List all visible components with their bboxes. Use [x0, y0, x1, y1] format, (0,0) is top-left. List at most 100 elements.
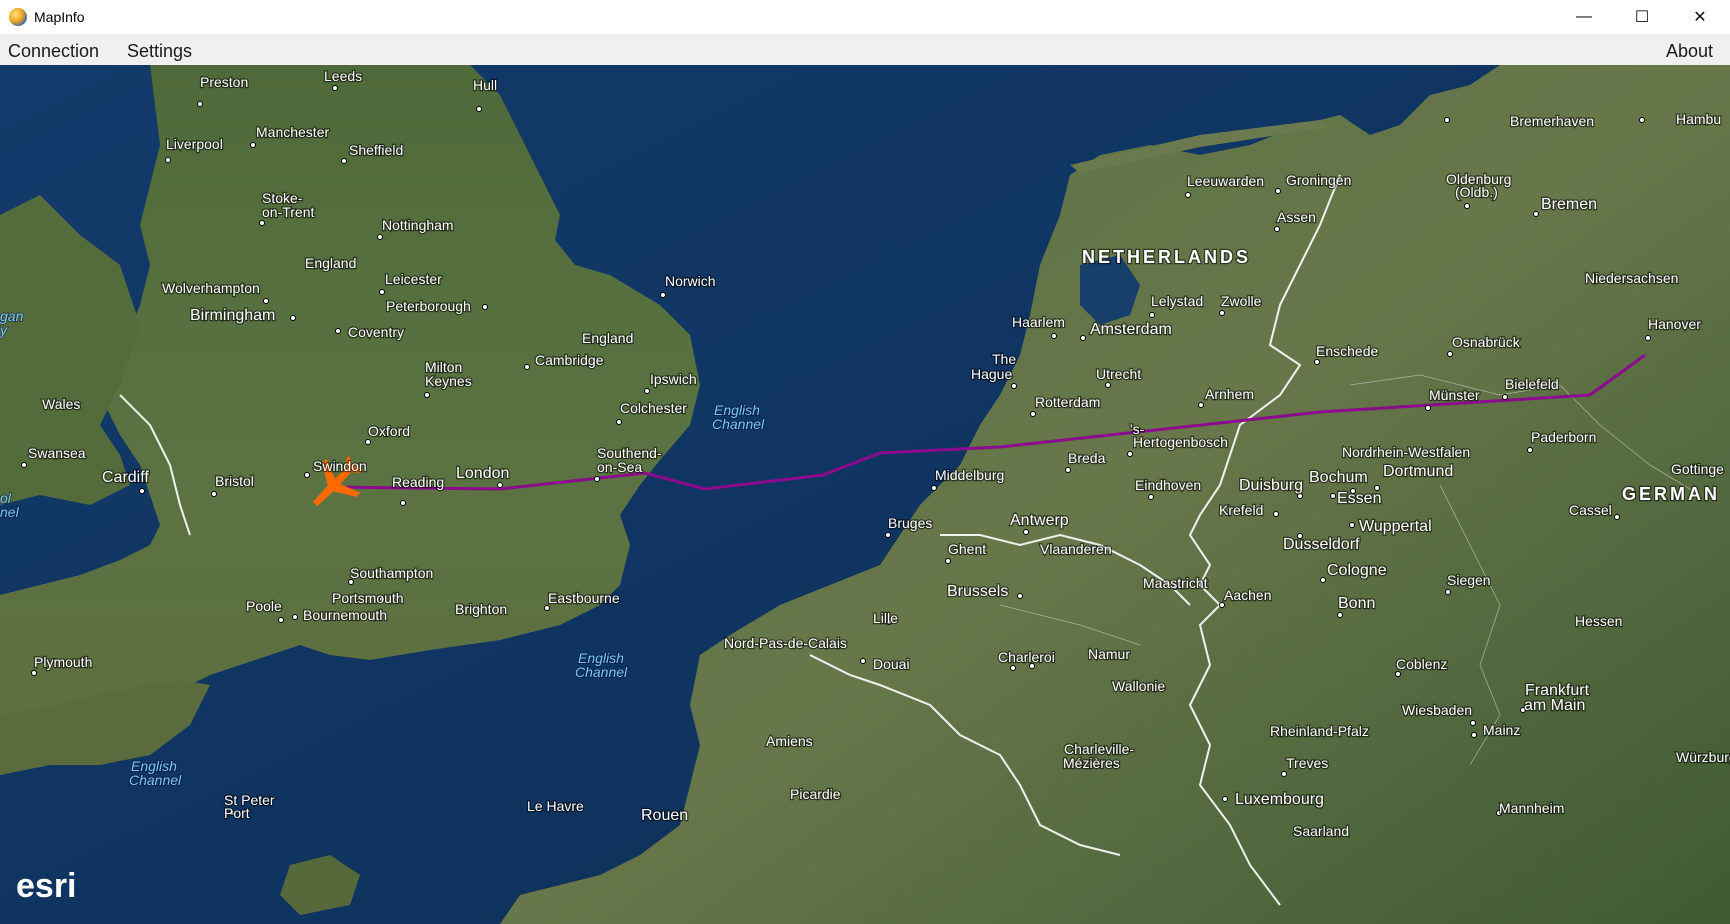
place-wurzburg: Würzburg: [1676, 749, 1730, 765]
menu-bar: Connection Settings About: [0, 34, 1730, 65]
place-leeds: Leeds: [324, 68, 362, 84]
place-luxembourg: Luxembourg: [1235, 791, 1324, 808]
place-amiens: Amiens: [766, 733, 813, 749]
place-breda: Breda: [1068, 450, 1106, 466]
place-dortmund: Dortmund: [1383, 463, 1453, 480]
place-manchester: Manchester: [256, 124, 329, 140]
place-bournemouth: Bournemouth: [303, 607, 387, 623]
place-hague-2: Hague: [971, 366, 1012, 382]
place-hague-1: The: [992, 351, 1016, 367]
place-wiesbaden: Wiesbaden: [1402, 702, 1472, 718]
maximize-button[interactable]: ☐: [1613, 0, 1671, 34]
esri-attribution-logo: esri: [16, 867, 77, 905]
place-reading: Reading: [392, 474, 444, 490]
place-oldenburg-2: (Oldb.): [1455, 184, 1498, 200]
place-essen: Essen: [1337, 490, 1381, 507]
close-button[interactable]: ✕: [1671, 0, 1729, 34]
place-poole: Poole: [246, 598, 282, 614]
place-wales: Wales: [42, 396, 80, 412]
place-assen: Assen: [1277, 209, 1316, 225]
place-saarland: Saarland: [1293, 823, 1349, 839]
place-birmingham: Birmingham: [190, 307, 275, 324]
place-wuppertal: Wuppertal: [1359, 518, 1432, 535]
place-hanover: Hanover: [1648, 316, 1701, 332]
place-southampton: Southampton: [350, 565, 433, 581]
place-picardie: Picardie: [790, 786, 841, 802]
place-groningen: Groningen: [1286, 172, 1351, 188]
place-middelburg: Middelburg: [935, 467, 1004, 483]
country-netherlands: NETHERLANDS: [1082, 247, 1251, 267]
place-mainz: Mainz: [1483, 722, 1520, 738]
place-leeuwarden: Leeuwarden: [1187, 173, 1264, 189]
place-milton-2: Keynes: [425, 373, 472, 389]
place-nordpas: Nord-Pas-de-Calais: [724, 635, 847, 651]
place-bristol: Bristol: [215, 473, 254, 489]
place-swindon: Swindon: [313, 458, 367, 474]
place-lille: Lille: [873, 610, 898, 626]
place-frankfurt-2: am Main: [1524, 697, 1585, 714]
minimize-button[interactable]: —: [1555, 0, 1613, 34]
place-hessen: Hessen: [1575, 613, 1622, 629]
map-view[interactable]: Preston Leeds Hull Liverpool Manchester …: [0, 65, 1730, 924]
place-hertogenbosch-2: Hertogenbosch: [1133, 434, 1228, 450]
place-preston: Preston: [200, 74, 248, 90]
place-bielefeld: Bielefeld: [1505, 376, 1559, 392]
title-bar: MapInfo — ☐ ✕: [0, 0, 1730, 34]
place-bremerhaven: Bremerhaven: [1510, 113, 1594, 129]
place-bremen: Bremen: [1541, 196, 1597, 213]
place-bochum: Bochum: [1309, 469, 1368, 486]
place-wallonie: Wallonie: [1112, 678, 1165, 694]
place-stoke-2: on-Trent: [262, 204, 315, 220]
place-gottingen: Gottinge: [1671, 461, 1724, 477]
place-aachen: Aachen: [1224, 587, 1271, 603]
place-douai: Douai: [873, 656, 910, 672]
menu-settings[interactable]: Settings: [127, 41, 192, 62]
place-bonn: Bonn: [1338, 595, 1375, 612]
place-coventry: Coventry: [348, 324, 404, 340]
place-charleville-2: Mézières: [1063, 755, 1120, 771]
place-krefeld: Krefeld: [1219, 502, 1263, 518]
water-channel-sw-2: Channel: [129, 772, 182, 788]
water-channel-north-2: Channel: [712, 416, 765, 432]
place-koblenz: Coblenz: [1396, 656, 1447, 672]
place-kassel: Cassel: [1569, 502, 1612, 518]
country-germany: GERMAN: [1622, 484, 1720, 504]
place-enschede: Enschede: [1316, 343, 1378, 359]
place-portsmouth: Portsmouth: [332, 590, 404, 606]
place-siegen: Siegen: [1447, 572, 1491, 588]
place-england-1: England: [305, 255, 356, 271]
place-oxford: Oxford: [368, 423, 410, 439]
place-england-2: England: [582, 330, 633, 346]
place-vlaanderen: Vlaanderen: [1040, 541, 1112, 557]
place-mannheim: Mannheim: [1499, 800, 1564, 816]
place-southend-2: on-Sea: [597, 459, 642, 475]
water-channel-mid-2: Channel: [575, 664, 628, 680]
place-wolverhampton: Wolverhampton: [162, 280, 260, 296]
place-colchester: Colchester: [620, 400, 687, 416]
water-west-4: nel: [0, 504, 20, 520]
place-cologne: Cologne: [1327, 562, 1387, 579]
place-maastricht: Maastricht: [1143, 575, 1208, 591]
app-globe-icon: [9, 8, 27, 26]
place-namur: Namur: [1088, 646, 1130, 662]
menu-about[interactable]: About: [1666, 41, 1713, 62]
place-duisburg: Duisburg: [1239, 477, 1303, 494]
place-lehavre: Le Havre: [527, 798, 584, 814]
place-ghent: Ghent: [948, 541, 986, 557]
place-swansea: Swansea: [28, 445, 86, 461]
place-niedersachsen: Niedersachsen: [1585, 270, 1678, 286]
place-arnhem: Arnhem: [1205, 386, 1254, 402]
place-paderborn: Paderborn: [1531, 429, 1596, 445]
place-hull: Hull: [473, 77, 497, 93]
water-west-2: y: [0, 322, 8, 338]
place-london: London: [456, 465, 509, 482]
place-bruges: Bruges: [888, 515, 932, 531]
place-liverpool: Liverpool: [166, 136, 223, 152]
place-leicester: Leicester: [385, 271, 442, 287]
place-zwolle: Zwolle: [1221, 293, 1262, 309]
place-peterborough: Peterborough: [386, 298, 471, 314]
place-norwich: Norwich: [665, 273, 716, 289]
place-eindhoven: Eindhoven: [1135, 477, 1201, 493]
menu-connection[interactable]: Connection: [8, 41, 99, 62]
place-plymouth: Plymouth: [34, 654, 92, 670]
